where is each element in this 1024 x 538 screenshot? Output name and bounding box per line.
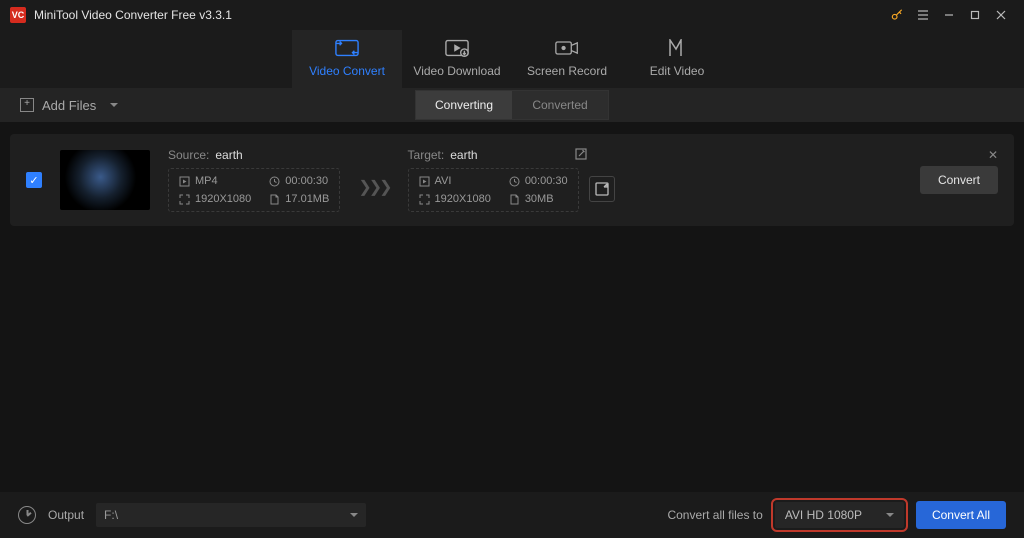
output-label: Output xyxy=(48,508,84,522)
video-download-icon xyxy=(445,38,469,58)
tab-label: Screen Record xyxy=(527,64,607,78)
close-icon[interactable] xyxy=(988,2,1014,28)
source-format: MP4 xyxy=(195,175,218,187)
source-column: Source: earth MP4 00:00:30 1920X1080 17.… xyxy=(168,148,340,212)
titlebar: VC MiniTool Video Converter Free v3.3.1 xyxy=(0,0,1024,30)
upgrade-key-icon[interactable] xyxy=(884,2,910,28)
target-column: Target: earth AVI 00:00:30 1920X1080 30M… xyxy=(408,148,579,212)
subheader: Add Files Converting Converted xyxy=(0,88,1024,122)
video-convert-icon xyxy=(335,38,359,58)
file-item: ✓ Source: earth MP4 00:00:30 1920X1080 1… xyxy=(10,134,1014,226)
remove-file-icon[interactable]: ✕ xyxy=(988,148,998,162)
target-settings-button[interactable] xyxy=(589,176,615,202)
bottom-bar: Output F:\ Convert all files to AVI HD 1… xyxy=(0,492,1024,538)
format-icon xyxy=(419,176,430,187)
duration-icon xyxy=(269,176,280,187)
schedule-icon[interactable] xyxy=(18,506,36,524)
source-name: earth xyxy=(215,148,242,162)
tab-label: Edit Video xyxy=(650,64,705,78)
size-icon xyxy=(509,194,520,205)
source-label: Source: xyxy=(168,148,209,162)
app-title: MiniTool Video Converter Free v3.3.1 xyxy=(34,8,232,22)
tab-screen-record[interactable]: Screen Record xyxy=(512,30,622,88)
target-resolution: 1920X1080 xyxy=(435,193,491,205)
screen-record-icon xyxy=(555,38,579,58)
tab-converted[interactable]: Converted xyxy=(512,91,608,119)
output-preset-value: AVI HD 1080P xyxy=(785,508,862,522)
add-files-label: Add Files xyxy=(42,98,96,113)
file-thumbnail[interactable] xyxy=(60,150,150,210)
target-info-box: AVI 00:00:30 1920X1080 30MB xyxy=(408,168,579,212)
output-path-dropdown[interactable]: F:\ xyxy=(96,503,366,527)
file-list: ✓ Source: earth MP4 00:00:30 1920X1080 1… xyxy=(0,122,1024,492)
add-files-button[interactable]: Add Files xyxy=(20,98,118,113)
format-icon xyxy=(179,176,190,187)
tab-label: Video Download xyxy=(413,64,500,78)
tab-video-download[interactable]: Video Download xyxy=(402,30,512,88)
app-logo: VC xyxy=(10,7,26,23)
source-size: 17.01MB xyxy=(285,193,329,205)
tab-edit-video[interactable]: Edit Video xyxy=(622,30,732,88)
target-size: 30MB xyxy=(525,193,554,205)
chevron-down-icon xyxy=(886,513,894,517)
target-label: Target: xyxy=(408,148,445,162)
output-path-value: F:\ xyxy=(104,508,118,522)
file-checkbox[interactable]: ✓ xyxy=(26,172,42,188)
edit-video-icon xyxy=(665,38,689,58)
status-tabs: Converting Converted xyxy=(415,90,609,120)
tab-video-convert[interactable]: Video Convert xyxy=(292,30,402,88)
target-name: earth xyxy=(450,148,477,162)
convert-all-to-label: Convert all files to xyxy=(667,508,762,522)
target-format: AVI xyxy=(435,175,452,187)
tab-converting[interactable]: Converting xyxy=(416,91,512,119)
menu-icon[interactable] xyxy=(910,2,936,28)
minimize-icon[interactable] xyxy=(936,2,962,28)
edit-icon[interactable] xyxy=(575,148,587,163)
target-duration: 00:00:30 xyxy=(525,175,568,187)
output-preset-dropdown[interactable]: AVI HD 1080P xyxy=(775,502,904,528)
main-tabs: Video Convert Video Download Screen Reco… xyxy=(0,30,1024,88)
maximize-icon[interactable] xyxy=(962,2,988,28)
chevron-down-icon xyxy=(350,513,358,517)
resolution-icon xyxy=(419,194,430,205)
chevron-down-icon xyxy=(110,103,118,107)
convert-all-button[interactable]: Convert All xyxy=(916,501,1006,529)
source-resolution: 1920X1080 xyxy=(195,193,251,205)
resolution-icon xyxy=(179,194,190,205)
duration-icon xyxy=(509,176,520,187)
arrow-icon: ❯❯❯ xyxy=(358,163,389,197)
source-info-box: MP4 00:00:30 1920X1080 17.01MB xyxy=(168,168,340,212)
size-icon xyxy=(269,194,280,205)
convert-button[interactable]: Convert xyxy=(920,166,998,194)
source-duration: 00:00:30 xyxy=(285,175,328,187)
tab-label: Video Convert xyxy=(309,64,385,78)
plus-icon xyxy=(20,98,34,112)
